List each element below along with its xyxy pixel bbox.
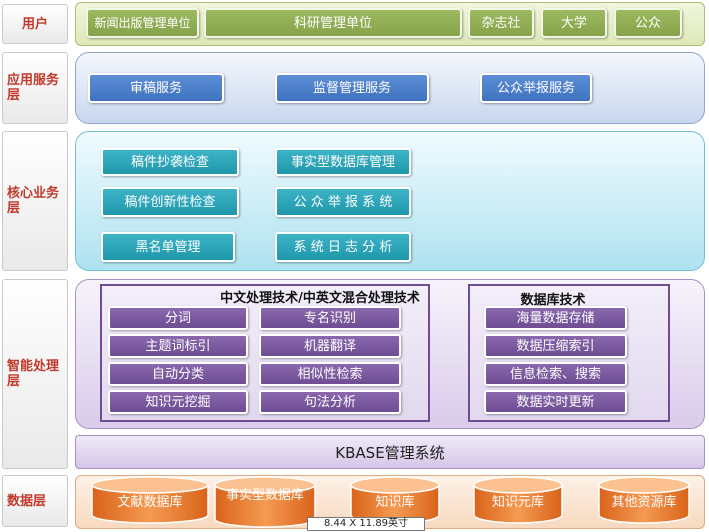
nlp-tech-group-title: 中文处理技术/中英文混合处理技术 [220, 291, 420, 306]
subject-indexing-button[interactable]: 主题词标引 [108, 334, 248, 358]
other-resources-label: 其他资源库 [611, 495, 677, 510]
named-entity-button[interactable]: 专名识别 [259, 306, 401, 330]
plagiarism-check-button[interactable]: 稿件抄袭检查 [101, 148, 239, 176]
review-service-button[interactable]: 审稿服务 [88, 73, 224, 103]
user-publishing-authority[interactable]: 新闻出版管理单位 [86, 8, 199, 38]
knowledge-element-db-cylinder[interactable]: 知识元库 [472, 476, 564, 524]
layer-label-user: 用户 [2, 4, 68, 44]
layer-label-intelligent-processing: 智能处理层 [2, 279, 68, 469]
kbase-management-system[interactable]: KBASE管理系统 [75, 435, 705, 469]
layer-label-data: 数据层 [2, 475, 68, 527]
knowledge-base-label: 知识库 [375, 495, 415, 510]
info-retrieval-button[interactable]: 信息检索、搜索 [484, 362, 627, 386]
layer-label-app-service: 应用服务层 [2, 52, 68, 124]
public-report-system-button[interactable]: 公 众 举 报 系 统 [275, 187, 411, 217]
system-log-analysis-button[interactable]: 系 统 日 志 分 析 [275, 232, 411, 262]
user-magazine[interactable]: 杂志社 [468, 8, 534, 38]
user-research-authority[interactable]: 科研管理单位 [204, 8, 462, 38]
realtime-update-button[interactable]: 数据实时更新 [484, 390, 627, 414]
factual-db-cylinder[interactable]: 事实型数据库 [213, 476, 317, 528]
knowledge-element-db-label: 知识元库 [491, 495, 544, 510]
public-report-service-button[interactable]: 公众举报服务 [480, 73, 592, 103]
layer-label-core-business: 核心业务层 [2, 131, 68, 271]
factual-db-label: 事实型数据库 [225, 488, 304, 503]
user-public[interactable]: 公众 [614, 8, 682, 38]
machine-translation-button[interactable]: 机器翻译 [259, 334, 401, 358]
supervision-service-button[interactable]: 监督管理服务 [275, 73, 429, 103]
other-resources-cylinder[interactable]: 其他资源库 [597, 476, 691, 524]
literature-db-cylinder[interactable]: 文献数据库 [90, 476, 210, 524]
syntax-analysis-button[interactable]: 句法分析 [259, 390, 401, 414]
innovation-check-button[interactable]: 稿件创新性检查 [101, 187, 239, 217]
factual-db-management-button[interactable]: 事实型数据库管理 [275, 148, 411, 176]
knowledge-mining-button[interactable]: 知识元挖掘 [108, 390, 248, 414]
blacklist-management-button[interactable]: 黑名单管理 [101, 232, 235, 262]
similarity-search-button[interactable]: 相似性检索 [259, 362, 401, 386]
user-university[interactable]: 大学 [541, 8, 607, 38]
literature-db-label: 文献数据库 [117, 495, 183, 510]
mass-storage-button[interactable]: 海量数据存储 [484, 306, 627, 330]
word-segmentation-button[interactable]: 分词 [108, 306, 248, 330]
auto-classification-button[interactable]: 自动分类 [108, 362, 248, 386]
compression-index-button[interactable]: 数据压缩索引 [484, 334, 627, 358]
